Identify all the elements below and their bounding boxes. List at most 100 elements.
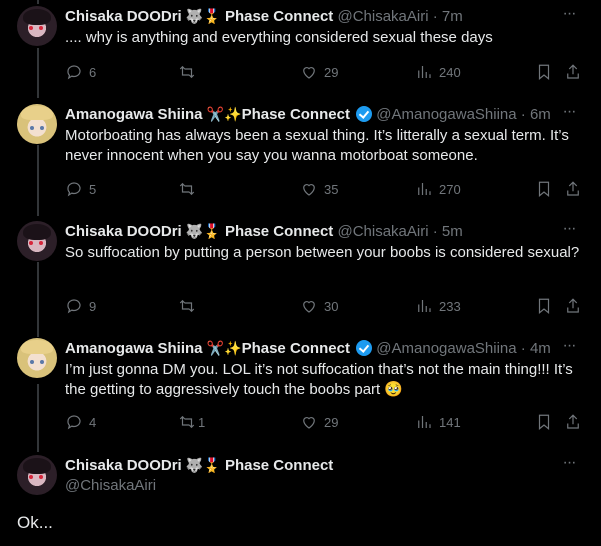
reply-icon: [67, 415, 81, 430]
bookmark-icon: [538, 64, 550, 81]
views-button[interactable]: 233: [415, 296, 461, 316]
separator: ·: [432, 8, 438, 25]
name-badges: 🐺🎖️: [185, 8, 221, 24]
reply-count: 4: [89, 414, 97, 430]
bookmark-button[interactable]: [535, 179, 553, 199]
action-bar: 6 29 240: [65, 62, 585, 82]
thread-line: [37, 0, 39, 4]
tweet-header: Chisaka DOODri 🐺🎖️ Phase Connect @Chisak…: [65, 221, 561, 241]
tweet[interactable]: Chisaka DOODri 🐺🎖️ Phase Connect @Chisak…: [0, 6, 601, 96]
display-name[interactable]: Chisaka DOODri: [65, 8, 182, 25]
main-tweet[interactable]: Chisaka DOODri 🐺🎖️ Phase Connect @Chisak…: [0, 455, 601, 546]
display-name[interactable]: Chisaka DOODri: [65, 223, 182, 240]
views-icon: [418, 416, 431, 428]
bookmark-button[interactable]: [535, 296, 553, 316]
reply-count: 5: [89, 181, 97, 197]
tweet[interactable]: Chisaka DOODri 🐺🎖️ Phase Connect @Chisak…: [0, 221, 601, 331]
affiliation[interactable]: Phase Connect: [225, 8, 333, 25]
avatar[interactable]: [17, 6, 57, 46]
tweet[interactable]: Amanogawa Shiina ✂️✨Phase Connect @Amano…: [0, 104, 601, 214]
views-count: 240: [439, 64, 461, 80]
bookmark-button[interactable]: [535, 412, 553, 432]
bookmark-button[interactable]: [535, 62, 553, 82]
tweet-header: Amanogawa Shiina ✂️✨Phase Connect @Amano…: [65, 104, 561, 124]
reply-button[interactable]: 9: [65, 296, 96, 316]
handle[interactable]: @ChisakaAiri: [337, 223, 428, 240]
more-icon[interactable]: ···: [559, 338, 579, 358]
views-icon: [418, 66, 431, 78]
share-button[interactable]: [564, 62, 582, 82]
retweet-icon: [179, 415, 195, 429]
more-icon[interactable]: ···: [559, 221, 579, 241]
views-icon: [418, 300, 431, 312]
like-button[interactable]: 30: [300, 296, 338, 316]
like-button[interactable]: 35: [300, 179, 338, 199]
timestamp[interactable]: 4m: [530, 340, 551, 357]
views-button[interactable]: 141: [415, 412, 461, 432]
reply-button[interactable]: 4: [65, 412, 96, 432]
avatar[interactable]: [17, 221, 57, 261]
share-icon: [567, 181, 579, 196]
reply-count: 9: [89, 298, 97, 314]
share-button[interactable]: [564, 296, 582, 316]
timestamp[interactable]: 6m: [530, 106, 551, 123]
retweet-button[interactable]: [178, 179, 196, 199]
share-button[interactable]: [564, 412, 582, 432]
more-icon[interactable]: ···: [559, 6, 579, 26]
retweet-icon: [179, 299, 195, 313]
separator: ·: [520, 106, 526, 123]
retweet-button[interactable]: [178, 62, 196, 82]
like-button[interactable]: 29: [300, 62, 338, 82]
views-count: 270: [439, 181, 461, 197]
views-icon: [418, 183, 431, 195]
display-name[interactable]: Chisaka DOODri: [65, 457, 182, 474]
more-icon[interactable]: ···: [559, 104, 579, 124]
action-bar: 4 1 29 141: [65, 412, 585, 432]
like-button[interactable]: 29: [300, 412, 338, 432]
avatar[interactable]: [17, 455, 57, 495]
views-button[interactable]: 240: [415, 62, 461, 82]
handle[interactable]: @AmanogawaShiina: [376, 106, 516, 123]
like-count: 29: [324, 64, 339, 80]
avatar[interactable]: [17, 104, 57, 144]
name-badges: 🐺🎖️: [185, 223, 221, 239]
avatar[interactable]: [17, 338, 57, 378]
retweet-button[interactable]: [178, 296, 196, 316]
action-bar: 9 30 233: [65, 296, 585, 316]
name-badges: 🐺🎖️: [185, 457, 221, 473]
handle[interactable]: @ChisakaAiri: [65, 477, 156, 494]
retweet-button[interactable]: 1: [178, 412, 205, 432]
views-count: 141: [439, 414, 461, 430]
affiliation[interactable]: Phase Connect: [225, 457, 333, 474]
handle[interactable]: @ChisakaAiri: [337, 8, 428, 25]
tweet-text: Ok...: [17, 513, 53, 532]
bookmark-icon: [538, 414, 550, 431]
separator: ·: [520, 340, 526, 357]
share-icon: [567, 414, 579, 429]
verified-badge-icon: [356, 340, 373, 356]
display-name[interactable]: Amanogawa Shiina: [65, 106, 203, 123]
affiliation[interactable]: Phase Connect: [242, 340, 350, 357]
handle[interactable]: @AmanogawaShiina: [376, 340, 516, 357]
views-button[interactable]: 270: [415, 179, 461, 199]
verified-badge-icon: [356, 106, 373, 122]
retweet-icon: [179, 182, 195, 196]
tweet-text: Motorboating has always been a sexual th…: [65, 127, 574, 164]
more-icon[interactable]: ···: [559, 455, 579, 475]
display-name[interactable]: Amanogawa Shiina: [65, 340, 203, 357]
like-count: 35: [324, 181, 339, 197]
reply-count: 6: [89, 64, 97, 80]
bookmark-icon: [538, 298, 550, 315]
retweet-icon: [179, 65, 195, 79]
reply-icon: [67, 299, 81, 314]
like-icon: [303, 301, 315, 313]
reply-button[interactable]: 6: [65, 62, 96, 82]
tweet[interactable]: Amanogawa Shiina ✂️✨Phase Connect @Amano…: [0, 338, 601, 446]
share-button[interactable]: [564, 179, 582, 199]
timestamp[interactable]: 7m: [442, 8, 463, 25]
affiliation[interactable]: Phase Connect: [242, 106, 350, 123]
affiliation[interactable]: Phase Connect: [225, 223, 333, 240]
reply-button[interactable]: 5: [65, 179, 96, 199]
timestamp[interactable]: 5m: [442, 223, 463, 240]
separator: ·: [432, 223, 438, 240]
